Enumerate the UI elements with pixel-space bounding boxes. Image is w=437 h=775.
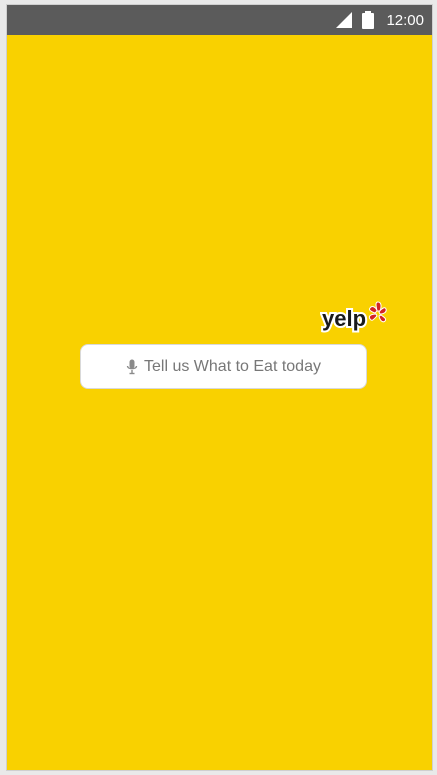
search-input[interactable]: Tell us What to Eat today: [80, 344, 367, 389]
battery-icon: [362, 11, 375, 29]
svg-text:yelp: yelp: [322, 306, 366, 331]
app-screen: 12:00 yelp Tell us What to Eat today: [7, 5, 432, 770]
signal-icon: [336, 12, 353, 28]
microphone-icon[interactable]: [126, 359, 138, 375]
status-time: 12:00: [386, 11, 424, 29]
search-placeholder: Tell us What to Eat today: [144, 357, 321, 375]
status-bar: 12:00: [7, 5, 432, 35]
yelp-logo: yelp: [320, 295, 395, 335]
